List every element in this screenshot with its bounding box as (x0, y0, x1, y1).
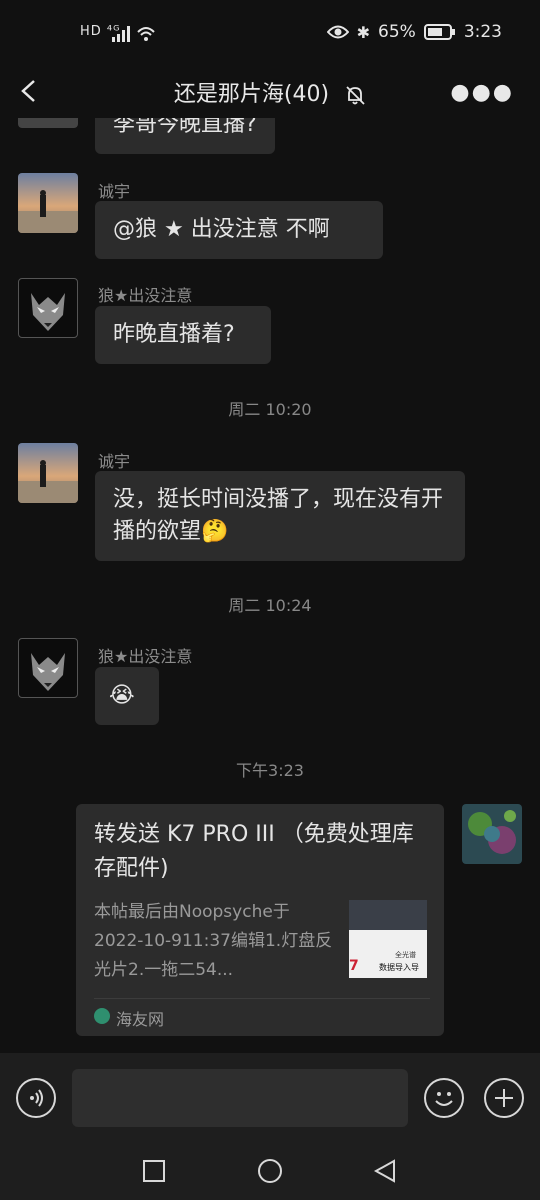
source-logo-icon (94, 1008, 110, 1024)
recents-icon[interactable] (142, 1159, 166, 1183)
back-nav-icon[interactable] (372, 1158, 398, 1184)
sender-name: 狼★出没注意 (98, 286, 193, 305)
sender-name: 诚宇 (98, 182, 131, 201)
avatar[interactable] (18, 173, 78, 233)
home-icon[interactable] (257, 1158, 283, 1184)
sender-name: 诚宇 (98, 452, 131, 471)
more-dots-icon[interactable]: ●●● (450, 80, 514, 105)
link-card[interactable]: 转发送 K7 PRO III （免费处理库存配件) 本帖最后由Noopsyche… (76, 804, 444, 1036)
emoji-icon[interactable] (424, 1078, 464, 1118)
timestamp: 周二 10:20 (228, 400, 312, 419)
eye-icon (326, 25, 349, 39)
card-source: 海友网 (116, 1010, 165, 1029)
card-title: 转发送 K7 PRO III （免费处理库存配件) (94, 822, 414, 881)
avatar[interactable] (462, 804, 522, 864)
status-bar: HD ⁴ᴳ ✱ 65% 3:23 (0, 0, 540, 68)
bluetooth-icon: ✱ (356, 22, 371, 42)
plus-icon[interactable] (484, 1078, 524, 1118)
message-bubble[interactable]: @狼 ★ 出没注意 不啊 (95, 201, 383, 259)
avatar[interactable] (18, 118, 78, 128)
card-description: 本帖最后由Noopsyche于2022-10-911:37编辑1.灯盘反光片2.… (94, 902, 333, 980)
message-input[interactable] (72, 1069, 408, 1127)
group-name: 还是那片海(40) (173, 82, 330, 107)
clock: 3:23 (463, 22, 502, 42)
timestamp: 下午3:23 (236, 761, 304, 780)
avatar[interactable] (18, 638, 78, 698)
battery-percent: 65% (378, 22, 416, 42)
chat-header: 还是那片海(40) ●●● (0, 68, 540, 118)
message-bubble[interactable]: 昨晚直播着? (95, 306, 271, 364)
signal-icon (112, 26, 130, 42)
input-bar (0, 1053, 540, 1143)
message-bubble[interactable]: 😭 (95, 667, 159, 725)
message-bubble[interactable]: 没，挺长时间没播了，现在没有开播的欲望🤔 (95, 471, 465, 561)
avatar[interactable] (18, 443, 78, 503)
card-thumbnail: 7 全光谱 数据导入导 (349, 900, 427, 978)
message-list[interactable]: 李哥今晚直播? 诚宇 @狼 ★ 出没注意 不啊 狼★出没注意 昨晚直播着? 周二… (0, 118, 540, 1053)
avatar[interactable] (18, 278, 78, 338)
card-divider (94, 998, 430, 999)
sender-name: 狼★出没注意 (98, 647, 193, 666)
bell-off-icon (346, 86, 365, 105)
timestamp: 周二 10:24 (228, 596, 312, 615)
voice-icon[interactable] (16, 1078, 56, 1118)
message-bubble[interactable]: 李哥今晚直播? (95, 118, 275, 154)
wifi-icon (137, 27, 155, 41)
system-navigation-bar (0, 1143, 540, 1200)
battery-icon (423, 24, 455, 40)
